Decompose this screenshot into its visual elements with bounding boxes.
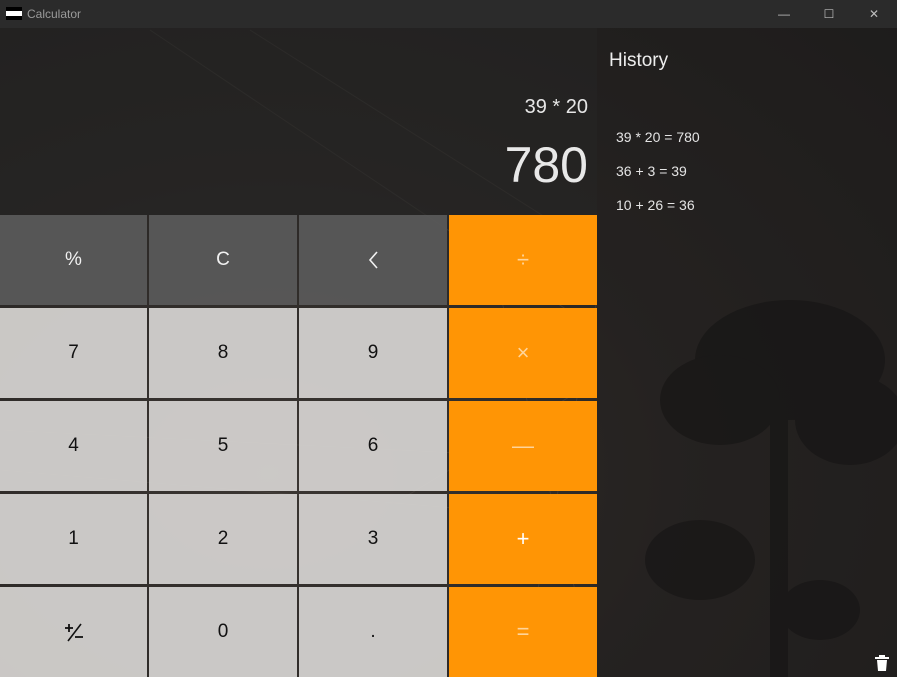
multiply-button[interactable]: × <box>449 308 597 398</box>
title-bar: Calculator — ☐ ✕ <box>0 0 897 28</box>
history-item[interactable]: 39 * 20 = 780 <box>616 129 700 163</box>
history-panel: History 39 * 20 = 780 36 + 3 = 39 10 + 2… <box>597 28 897 677</box>
chevron-left-icon <box>368 251 378 269</box>
digit-4-button[interactable]: 4 <box>0 401 147 491</box>
maximize-button[interactable]: ☐ <box>806 0 852 28</box>
digit-5-button[interactable]: 5 <box>149 401 297 491</box>
backspace-button[interactable] <box>299 215 447 305</box>
negate-button[interactable] <box>0 587 147 677</box>
history-title: History <box>609 50 669 71</box>
digit-6-button[interactable]: 6 <box>299 401 447 491</box>
keypad: % C ÷ 7 8 9 × 4 5 6 — 1 2 3 + 0 . = <box>0 215 597 677</box>
add-button[interactable]: + <box>449 494 597 584</box>
divide-button[interactable]: ÷ <box>449 215 597 305</box>
digit-3-button[interactable]: 3 <box>299 494 447 584</box>
history-item[interactable]: 36 + 3 = 39 <box>616 163 700 197</box>
plus-minus-icon <box>64 623 83 642</box>
digit-2-button[interactable]: 2 <box>149 494 297 584</box>
minimize-button[interactable]: — <box>761 0 807 28</box>
equals-button[interactable]: = <box>449 587 597 677</box>
history-list: 39 * 20 = 780 36 + 3 = 39 10 + 26 = 36 <box>616 129 700 231</box>
decimal-button[interactable]: . <box>299 587 447 677</box>
digit-1-button[interactable]: 1 <box>0 494 147 584</box>
digit-7-button[interactable]: 7 <box>0 308 147 398</box>
percent-button[interactable]: % <box>0 215 147 305</box>
subtract-button[interactable]: — <box>449 401 597 491</box>
calculator-app-icon <box>6 7 22 20</box>
result-text: 780 <box>504 137 588 193</box>
clear-button[interactable]: C <box>149 215 297 305</box>
trash-icon[interactable] <box>873 654 891 672</box>
expression-text: 39 * 20 <box>524 96 588 118</box>
calculator-display: 39 * 20 780 <box>0 28 597 215</box>
history-item[interactable]: 10 + 26 = 36 <box>616 197 700 231</box>
digit-8-button[interactable]: 8 <box>149 308 297 398</box>
window-title: Calculator <box>27 7 82 21</box>
digit-0-button[interactable]: 0 <box>149 587 297 677</box>
digit-9-button[interactable]: 9 <box>299 308 447 398</box>
close-button[interactable]: ✕ <box>851 0 897 28</box>
